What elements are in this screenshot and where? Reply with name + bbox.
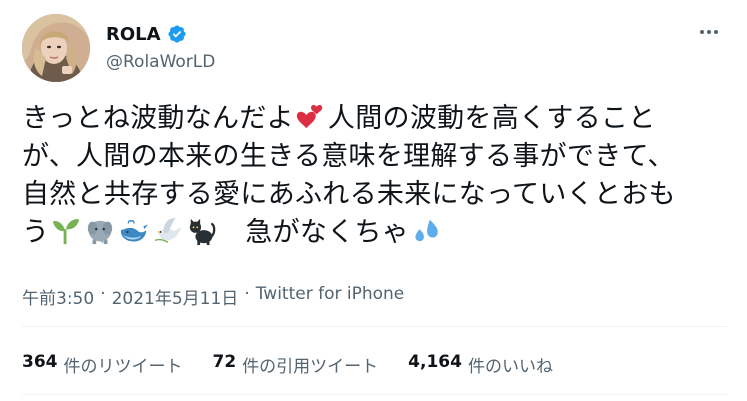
divider bbox=[22, 326, 727, 327]
tweet-text-segment: 急がなくちゃ bbox=[245, 217, 410, 248]
divider bbox=[22, 394, 727, 395]
heart-icon bbox=[296, 102, 326, 132]
verified-badge-icon bbox=[167, 24, 187, 44]
tweet-line-2: が、人間の本来の生きる意味を理解する事ができて、 bbox=[22, 141, 675, 172]
tweet-time[interactable]: 午前3:50 bbox=[22, 284, 94, 309]
tweet-text: きっとね波動なんだよ 人間の波動を高くすること が、人間の本来の生きる意味を理解… bbox=[22, 100, 727, 252]
more-options-icon[interactable] bbox=[695, 20, 723, 44]
quotes-count: 72 bbox=[212, 352, 237, 372]
meta-separator: · bbox=[100, 284, 106, 304]
retweets-label: 件のリツイート bbox=[63, 357, 183, 377]
likes-stat[interactable]: 4,164 件のいいね bbox=[408, 352, 553, 377]
whale-icon bbox=[119, 216, 149, 246]
black-cat-icon bbox=[187, 216, 217, 246]
tweet-line-4: う 急がなくちゃ bbox=[22, 214, 727, 252]
tweet-line-3: 自然と共存する愛にあふれる未来になっていくとおも bbox=[22, 179, 676, 210]
tweet-date[interactable]: 2021年5月11日 bbox=[112, 284, 239, 309]
tweet-text-segment: う bbox=[22, 217, 50, 248]
tweet-stats: 364 件のリツイート 72 件の引用ツイート 4,164 件のいいね bbox=[22, 352, 553, 377]
dot bbox=[714, 30, 718, 34]
dove-icon bbox=[153, 216, 183, 246]
tweet-source[interactable]: Twitter for iPhone bbox=[256, 284, 405, 309]
seedling-icon bbox=[51, 216, 81, 246]
author-names: ROLA @RolaWorLD bbox=[106, 22, 215, 73]
display-name-row[interactable]: ROLA bbox=[106, 22, 215, 46]
dot bbox=[707, 30, 711, 34]
tweet-line-1: きっとね波動なんだよ 人間の波動を高くすること bbox=[22, 100, 727, 138]
quotes-stat[interactable]: 72 件の引用ツイート bbox=[213, 352, 379, 377]
elephant-icon bbox=[85, 216, 115, 246]
tweet-header: ROLA @RolaWorLD bbox=[22, 14, 727, 82]
dot bbox=[700, 30, 704, 34]
likes-count: 4,164 bbox=[408, 352, 462, 372]
display-name[interactable]: ROLA bbox=[106, 24, 161, 45]
meta-separator: · bbox=[244, 284, 250, 304]
likes-label: 件のいいね bbox=[467, 357, 553, 377]
handle[interactable]: @RolaWorLD bbox=[106, 52, 215, 72]
sweat-drops-icon bbox=[411, 216, 441, 246]
tweet-text-segment: 人間の波動を高くすること bbox=[327, 103, 656, 134]
quotes-label: 件の引用ツイート bbox=[242, 357, 379, 377]
avatar-photo bbox=[22, 14, 90, 82]
tweet-text-segment: きっとね波動なんだよ bbox=[22, 103, 294, 134]
avatar[interactable] bbox=[22, 14, 90, 82]
tweet-meta: 午前3:50 · 2021年5月11日 · Twitter for iPhone bbox=[22, 284, 404, 309]
retweets-stat[interactable]: 364 件のリツイート bbox=[22, 352, 183, 377]
retweets-count: 364 bbox=[22, 352, 58, 372]
